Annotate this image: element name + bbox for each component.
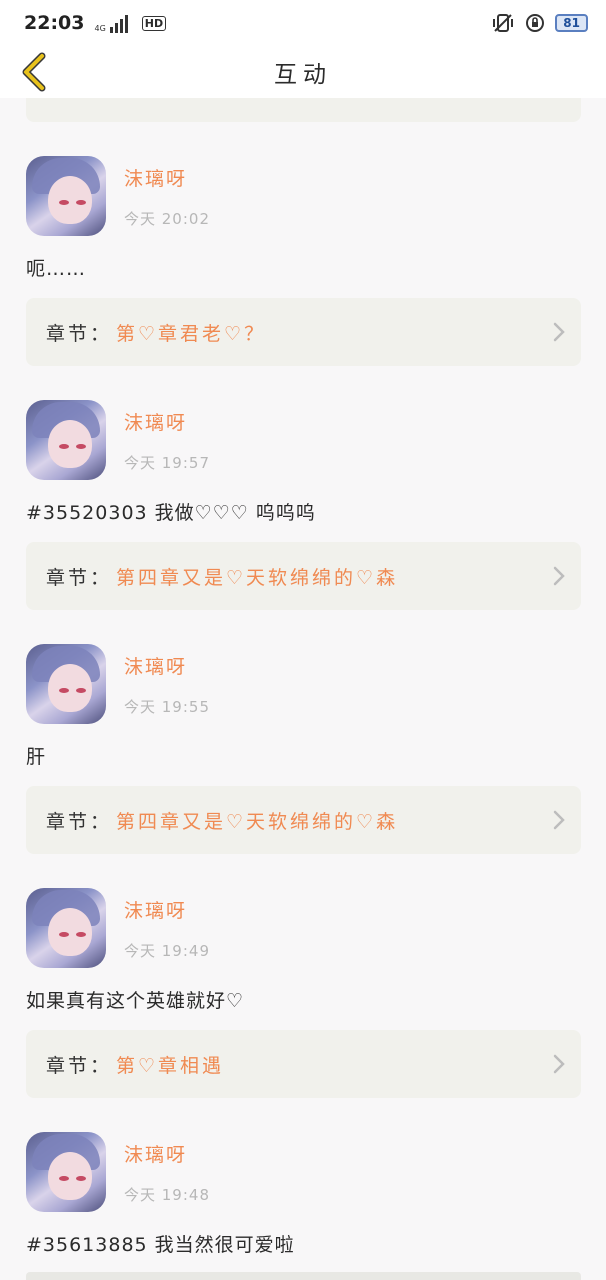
vibrate-icon bbox=[493, 14, 514, 32]
username[interactable]: 沫璃呀 bbox=[124, 1140, 187, 1167]
chapter-link[interactable]: 章节： 第♡章相遇 bbox=[26, 1030, 581, 1098]
chapter-title: 第四章又是♡天软绵绵的♡森 bbox=[116, 566, 399, 589]
timestamp: 今天 19:57 bbox=[124, 454, 210, 472]
comment-item: 沫璃呀 今天 20:02 呃…… 章节： 第♡章君老♡？ bbox=[0, 156, 606, 400]
chapter-link[interactable]: 章节： 第♡章君老♡？ bbox=[26, 298, 581, 366]
comment-item: 沫璃呀 今天 19:55 肝 章节： 第四章又是♡天软绵绵的♡森 bbox=[0, 644, 606, 888]
battery-icon: 81 bbox=[555, 14, 588, 32]
hd-badge: HD bbox=[141, 15, 167, 31]
username[interactable]: 沫璃呀 bbox=[124, 652, 187, 679]
page-title: 互动 bbox=[274, 62, 332, 88]
comment-text: 肝 bbox=[26, 746, 47, 768]
comment-text: #35520303 我做♡♡♡ 呜呜呜 bbox=[26, 502, 316, 524]
comment-text: 呃…… bbox=[26, 258, 87, 280]
timestamp: 今天 19:49 bbox=[124, 942, 210, 960]
timestamp: 今天 19:48 bbox=[124, 1186, 210, 1204]
chapter-title: 第四章又是♡天软绵绵的♡森 bbox=[116, 810, 399, 833]
chapter-link[interactable]: 章节： 第四章又是♡天软绵绵的♡森 bbox=[26, 542, 581, 610]
avatar[interactable] bbox=[26, 1132, 106, 1212]
chevron-right-icon bbox=[553, 322, 565, 342]
comment-text: #35613885 我当然很可爱啦 bbox=[26, 1234, 295, 1256]
chapter-label: 章节： bbox=[46, 566, 113, 589]
chapter-label: 章节： bbox=[46, 322, 113, 345]
signal-icon: 4G bbox=[94, 13, 128, 33]
chapter-label: 章节： bbox=[46, 810, 113, 833]
status-bar: 22:03 4G HD 81 bbox=[0, 0, 606, 46]
timestamp: 今天 19:55 bbox=[124, 698, 210, 716]
chapter-title: 第♡章君老♡？ bbox=[116, 322, 267, 345]
avatar[interactable] bbox=[26, 400, 106, 480]
status-time: 22:03 bbox=[24, 12, 85, 34]
username[interactable]: 沫璃呀 bbox=[124, 164, 187, 191]
username[interactable]: 沫璃呀 bbox=[124, 896, 187, 923]
timestamp: 今天 20:02 bbox=[124, 210, 210, 228]
top-header: 互动 bbox=[0, 46, 606, 98]
chapter-link[interactable]: 章节： 第四章又是♡天软绵绵的♡森 bbox=[26, 786, 581, 854]
comment-text: 如果真有这个英雄就好♡ bbox=[26, 990, 245, 1012]
avatar[interactable] bbox=[26, 156, 106, 236]
chapter-label: 章节： bbox=[46, 1054, 113, 1077]
chapter-title: 第♡章相遇 bbox=[116, 1054, 225, 1077]
avatar[interactable] bbox=[26, 888, 106, 968]
comment-item: 沫璃呀 今天 19:57 #35520303 我做♡♡♡ 呜呜呜 章节： 第四章… bbox=[0, 400, 606, 644]
chapter-link-partial[interactable] bbox=[26, 1272, 581, 1280]
chevron-right-icon bbox=[553, 1054, 565, 1074]
network-type-label: 4G bbox=[94, 24, 106, 33]
chevron-right-icon bbox=[553, 566, 565, 586]
chevron-right-icon bbox=[553, 810, 565, 830]
alarm-icon bbox=[526, 14, 545, 32]
comment-item: 沫璃呀 今天 19:49 如果真有这个英雄就好♡ 章节： 第♡章相遇 bbox=[0, 888, 606, 1132]
username[interactable]: 沫璃呀 bbox=[124, 408, 187, 435]
avatar[interactable] bbox=[26, 644, 106, 724]
comment-item: 沫璃呀 今天 19:48 #35613885 我当然很可爱啦 bbox=[0, 1132, 606, 1280]
chevron-left-icon[interactable] bbox=[16, 52, 50, 92]
